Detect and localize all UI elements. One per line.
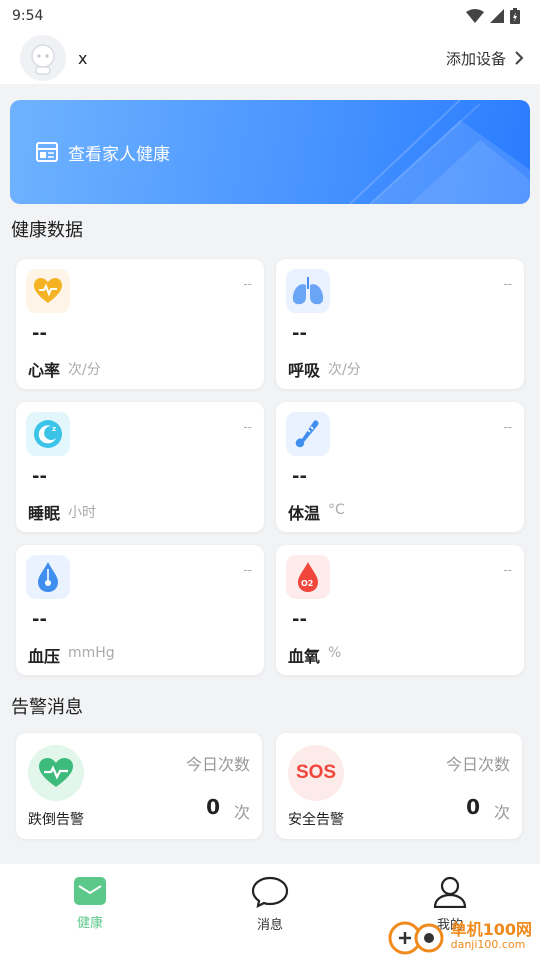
sleep-value: -- [32, 466, 47, 487]
temperature-card[interactable]: -- -- 体温 °C [276, 402, 524, 532]
blood-pressure-card[interactable]: -- -- 血压 mmHg [16, 545, 264, 675]
heart-rate-unit: 次/分 [68, 362, 101, 378]
blood-oxygen-unit: % [328, 645, 342, 661]
temperature-value: -- [292, 466, 307, 487]
calendar-card-icon [36, 142, 58, 162]
blood-pressure-drop-icon [38, 562, 58, 592]
sleep-moon-icon: z [34, 420, 62, 448]
sos-icon: SOS [295, 762, 337, 783]
blood-oxygen-icon-box: O2 [286, 555, 330, 599]
heart-rate-value: -- [32, 323, 47, 344]
fall-alert-today-label: 今日次数 [185, 755, 250, 774]
sleep-card[interactable]: z -- -- 睡眠 小时 [16, 402, 264, 532]
chevron-right-icon [515, 51, 524, 65]
tab-messages-label: 消息 [256, 918, 283, 933]
tab-health-label: 健康 [76, 916, 103, 931]
respiration-label: 呼吸 [288, 361, 321, 380]
blood-pressure-corner: -- [243, 563, 252, 577]
robot-avatar-icon [31, 44, 55, 75]
sleep-icon-box: z [26, 412, 70, 456]
respiration-value: -- [292, 323, 307, 344]
blood-oxygen-card[interactable]: O2 -- -- 血氧 % [276, 545, 524, 675]
status-time: 9:54 [12, 8, 44, 24]
signal-icon [490, 9, 504, 23]
family-health-banner[interactable]: 查看家人健康 [10, 100, 530, 204]
respiration-card[interactable]: -- -- 呼吸 次/分 [276, 259, 524, 389]
sleep-label: 睡眠 [28, 504, 61, 523]
blood-oxygen-corner: -- [503, 563, 512, 577]
temperature-icon-box [286, 412, 330, 456]
fall-alert-count: 0 [206, 795, 220, 819]
health-data-title: 健康数据 [11, 220, 83, 241]
heart-rate-label: 心率 [28, 361, 61, 380]
add-device-label: 添加设备 [445, 49, 506, 68]
thermometer-icon [295, 420, 319, 448]
sos-icon-circle: SOS [288, 745, 344, 801]
svg-text:z: z [52, 425, 56, 433]
heart-rate-icon [34, 278, 62, 303]
battery-icon [510, 8, 520, 24]
user-name: x [78, 48, 88, 68]
temperature-corner: -- [503, 420, 512, 434]
sleep-unit: 小时 [68, 505, 96, 521]
blood-oxygen-label: 血氧 [288, 647, 321, 666]
fall-alert-icon-circle [28, 745, 84, 801]
sleep-corner: -- [243, 420, 252, 434]
site-watermark: 单机100网 danji100.com [387, 916, 532, 956]
fall-alert-label: 跌倒告警 [28, 812, 84, 828]
respiration-unit: 次/分 [328, 362, 361, 378]
tab-health[interactable]: 健康 [0, 864, 180, 960]
top-header: x 添加设备 [0, 32, 540, 84]
blood-pressure-icon-box [26, 555, 70, 599]
heart-rate-card[interactable]: -- -- 心率 次/分 [16, 259, 264, 389]
respiration-corner: -- [503, 277, 512, 291]
health-mail-icon [74, 877, 106, 905]
status-icons [466, 8, 520, 24]
watermark-text: 单机100网 danji100.com [451, 921, 532, 951]
svg-text:O2: O2 [301, 579, 313, 588]
temperature-label: 体温 [288, 504, 321, 523]
banner-decoration [349, 100, 530, 204]
fall-alert-card[interactable]: 今日次数 0 次 跌倒告警 [16, 733, 262, 839]
blood-oxygen-drop-icon: O2 [298, 562, 318, 592]
banner-text: 查看家人健康 [68, 144, 170, 165]
safety-alert-times-unit: 次 [493, 803, 510, 822]
lungs-icon [292, 277, 324, 305]
respiration-icon-box [286, 269, 330, 313]
heart-rate-corner: -- [243, 277, 252, 291]
status-bar: 9:54 [0, 0, 540, 32]
fall-heart-icon [39, 758, 73, 787]
wifi-icon [466, 9, 484, 23]
blood-pressure-unit: mmHg [68, 645, 115, 661]
blood-pressure-value: -- [32, 609, 47, 630]
chat-bubble-icon [251, 876, 289, 908]
add-device-button[interactable]: 添加设备 [446, 48, 524, 69]
safety-alert-card[interactable]: SOS 今日次数 0 次 安全告警 [276, 733, 522, 839]
fall-alert-times-unit: 次 [233, 803, 250, 822]
watermark-logo-icon [388, 921, 444, 955]
watermark-url: danji100.com [450, 937, 526, 951]
watermark-name: 单机100网 [450, 920, 532, 940]
safety-alert-label: 安全告警 [288, 812, 344, 828]
alert-messages-title: 告警消息 [11, 697, 83, 718]
profile-person-icon [433, 876, 467, 908]
temperature-unit: °C [328, 502, 345, 518]
heart-rate-icon-box [26, 269, 70, 313]
safety-alert-count: 0 [466, 795, 480, 819]
tab-messages[interactable]: 消息 [180, 864, 360, 960]
blood-pressure-label: 血压 [28, 647, 61, 666]
avatar[interactable] [20, 35, 66, 81]
blood-oxygen-value: -- [292, 609, 307, 630]
safety-alert-today-label: 今日次数 [445, 755, 510, 774]
